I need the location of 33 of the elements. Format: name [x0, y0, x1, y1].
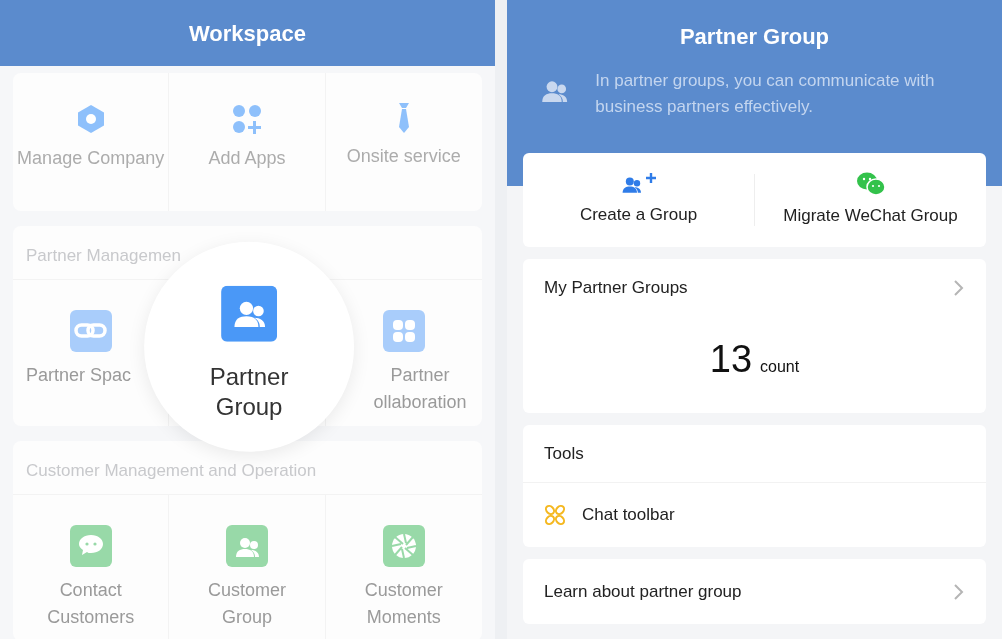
card-title: My Partner Groups	[544, 277, 688, 300]
app-label[interactable]: Partner Group	[189, 361, 310, 422]
chevron-right-icon	[953, 582, 965, 601]
necktie-icon	[397, 103, 410, 133]
card-title: Tools	[544, 442, 584, 465]
apps-add-icon	[231, 103, 263, 135]
app-label[interactable]: Partner Spac	[26, 362, 132, 389]
app-label[interactable]: Customer Moments	[347, 577, 460, 631]
app-label[interactable]: Contact Customers	[34, 577, 147, 631]
tool-item[interactable]: Chat toolbar	[523, 483, 986, 547]
card-header-row[interactable]: My Partner Groups	[523, 259, 986, 317]
header-title: Workspace	[0, 0, 495, 66]
group-count: 13	[709, 337, 753, 382]
app-label[interactable]: Partner ollaboration	[364, 362, 476, 416]
action-button[interactable]: Create a Group	[523, 162, 754, 238]
header-title: Partner Group	[678, 23, 831, 51]
chevron-right-icon	[953, 279, 965, 297]
four-petal-icon	[544, 504, 566, 526]
app-label[interactable]: Customer Group	[191, 577, 303, 631]
shutter-tile-icon	[382, 525, 425, 567]
chat-bubbles-icon	[855, 171, 886, 198]
learn-link[interactable]: Learn about partner group	[523, 559, 986, 624]
app-label[interactable]: Manage Company	[17, 145, 165, 172]
description-text: In partner groups, you can communicate with business partners effectively.	[595, 70, 936, 118]
app-label[interactable]: Add Apps	[208, 145, 286, 172]
link-tile-icon	[69, 310, 112, 352]
action-button[interactable]: Migrate WeChat Group	[755, 161, 986, 239]
app-label[interactable]: Onsite service	[346, 143, 461, 170]
grid-tile-icon	[382, 310, 425, 352]
people-tile-icon	[221, 285, 278, 342]
count-unit: count	[760, 357, 800, 377]
people-tile-icon	[226, 525, 268, 567]
chat-bubble-tile-icon	[69, 525, 112, 567]
